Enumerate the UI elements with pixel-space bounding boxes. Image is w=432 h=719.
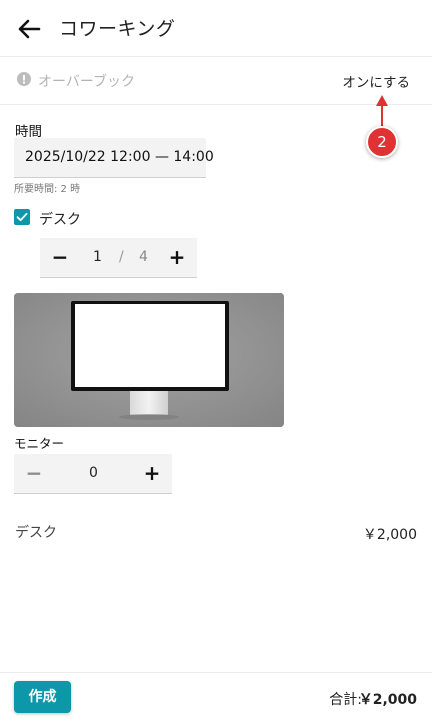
monitor-quantity-value: 0 [89,465,98,481]
desk-checkbox-label: デスク [39,212,81,228]
desk-checkbox[interactable] [14,209,30,225]
time-label: 時間 [15,124,42,140]
monitor-increment-button[interactable]: + [134,454,170,494]
monitor-image [14,293,284,427]
minus-icon: − [51,245,69,269]
monitor-illustration [14,293,284,427]
plus-icon: + [168,245,186,269]
annotation-step-badge: 2 [366,126,398,158]
check-icon [16,212,28,222]
page-title: コワーキング [59,18,176,40]
desk-quantity-separator: / [119,249,124,265]
monitor-decrement-button[interactable]: − [16,454,52,494]
overbook-row: オーバーブック オンにする [0,58,432,105]
summary-item-price: ￥2,000 [362,527,417,543]
footer-bar: 作成 合計: ￥2,000 [0,672,432,719]
total-value: ￥2,000 [358,692,417,708]
summary-item-label: デスク [15,525,57,541]
desk-increment-button[interactable]: + [159,238,195,278]
desk-quantity-max: 4 [139,249,148,265]
time-range-field[interactable]: 2025/10/22 12:00 — 14:00 [14,138,214,178]
app-bar: コワーキング [0,0,432,57]
minus-icon: − [25,461,43,485]
create-button[interactable]: 作成 [14,681,71,713]
desk-decrement-button[interactable]: − [42,238,78,278]
overbook-label: オーバーブック [38,74,136,90]
arrow-back-icon[interactable] [12,12,46,46]
overbook-turn-on-button[interactable]: オンにする [342,71,410,91]
plus-icon: + [143,461,161,485]
monitor-quantity-stepper: − 0 + [14,454,172,494]
duration-note: 所要時間: 2 時 [14,184,81,195]
desk-quantity-stepper: − 1 / 4 + [40,238,197,278]
total-label: 合計: [329,692,362,708]
desk-quantity-value: 1 [93,249,102,265]
monitor-label: モニター [14,436,65,451]
info-icon [17,72,31,86]
back-button[interactable] [12,12,46,46]
